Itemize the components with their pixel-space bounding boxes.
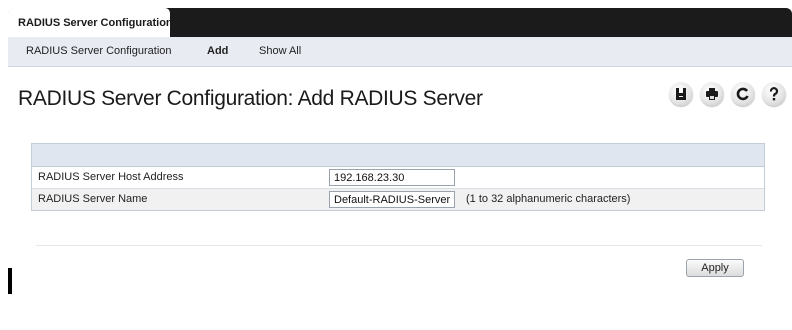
subnav-item-show-all[interactable]: Show All	[259, 45, 301, 57]
sub-navigation: RADIUS Server Configuration Add Show All	[8, 37, 792, 67]
edge-marker	[8, 268, 12, 294]
host-address-input[interactable]	[329, 169, 455, 186]
apply-button[interactable]: Apply	[686, 259, 744, 277]
subnav-item-add[interactable]: Add	[207, 45, 228, 57]
host-address-label: RADIUS Server Host Address	[38, 171, 184, 183]
refresh-icon[interactable]	[731, 82, 755, 106]
help-icon[interactable]	[762, 82, 786, 106]
server-name-label: RADIUS Server Name	[38, 193, 148, 205]
form-row-server-name: RADIUS Server Name (1 to 32 alphanumeric…	[32, 189, 764, 210]
divider	[36, 245, 762, 246]
form-row-host-address: RADIUS Server Host Address	[32, 167, 764, 189]
form-panel: RADIUS Server Host Address RADIUS Server…	[31, 143, 765, 211]
server-name-input[interactable]	[329, 191, 455, 208]
subnav-item-radius-server-configuration[interactable]: RADIUS Server Configuration	[26, 45, 172, 57]
page-title: RADIUS Server Configuration: Add RADIUS …	[18, 87, 483, 110]
page: RADIUS Server Configuration RADIUS Serve…	[0, 0, 792, 330]
print-icon[interactable]	[700, 82, 724, 106]
server-name-hint: (1 to 32 alphanumeric characters)	[466, 193, 631, 205]
tab-radius-server-configuration[interactable]: RADIUS Server Configuration	[8, 8, 173, 37]
panel-header	[32, 144, 764, 167]
save-icon[interactable]	[669, 82, 693, 106]
